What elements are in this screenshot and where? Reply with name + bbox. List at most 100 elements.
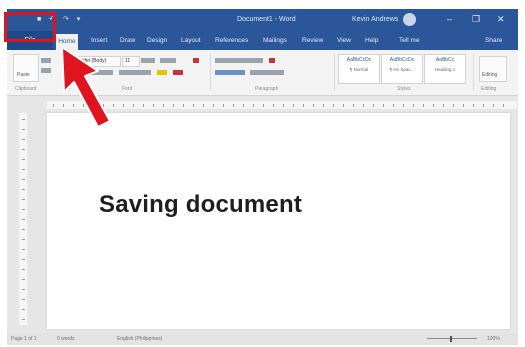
ruler-tick (22, 219, 25, 220)
ruler-tick (323, 104, 324, 107)
ruler-tick (463, 104, 464, 107)
show-formatting-icon[interactable] (269, 58, 275, 63)
annotation-arrow-icon (61, 46, 111, 128)
ruler-tick (22, 139, 25, 140)
group-label-editing: Editing (481, 86, 497, 92)
ruler-tick (263, 104, 264, 107)
ruler-tick (423, 104, 424, 107)
style-name: ¶ Normal (349, 67, 369, 72)
style-name: Heading 1 (434, 67, 456, 72)
minimize-icon[interactable]: ‒ (447, 14, 452, 24)
editing-label: Editing (482, 72, 498, 78)
font-color-icon[interactable] (173, 70, 183, 75)
highlight-color-icon[interactable] (157, 70, 167, 75)
ruler-tick (22, 209, 25, 210)
copy-icon[interactable] (41, 68, 51, 73)
ruler-tick (22, 309, 25, 310)
list-indent-icons[interactable] (215, 58, 263, 63)
ruler-tick (383, 104, 384, 107)
language-indicator[interactable]: English (Philippines) (117, 336, 162, 342)
style-normal[interactable]: AaBbCcDc ¶ Normal (338, 54, 380, 84)
paste-button[interactable]: Paste (13, 54, 39, 82)
tab-layout[interactable]: Layout (181, 37, 201, 44)
tab-mailings[interactable]: Mailings (263, 37, 287, 44)
document-page[interactable]: Saving document (47, 113, 510, 329)
ruler-tick (313, 104, 314, 107)
style-no-spacing[interactable]: AaBbCcDc ¶ No Spac... (381, 54, 423, 84)
tab-review[interactable]: Review (302, 37, 323, 44)
ruler-tick (253, 104, 254, 107)
alignment-icons[interactable] (215, 70, 245, 75)
ruler-tick (22, 249, 25, 250)
ruler-tick (493, 104, 494, 107)
ruler-tick (483, 104, 484, 107)
zoom-slider-thumb[interactable] (450, 336, 452, 342)
ruler-tick (22, 319, 25, 320)
ruler-tick (223, 104, 224, 107)
ruler-tick (22, 239, 25, 240)
change-case-icon[interactable] (160, 58, 176, 63)
ruler-tick (213, 104, 214, 107)
vertical-ruler[interactable] (19, 113, 27, 325)
ruler-tick (22, 149, 25, 150)
ruler-tick (22, 279, 25, 280)
ruler-tick (22, 179, 25, 180)
ruler-tick (22, 269, 25, 270)
ruler-tick (443, 104, 444, 107)
ruler-tick (153, 104, 154, 107)
grow-shrink-font-icon[interactable] (141, 58, 155, 63)
ruler-tick (22, 169, 25, 170)
ruler-tick (233, 104, 234, 107)
page-count[interactable]: Page 1 of 1 (11, 336, 37, 342)
ruler-tick (173, 104, 174, 107)
avatar[interactable] (403, 13, 416, 26)
ruler-tick (22, 229, 25, 230)
ribbon-separator (334, 54, 335, 90)
user-name[interactable]: Kevin Andrews (352, 16, 398, 23)
group-label-clipboard: Clipboard (15, 86, 37, 92)
ruler-tick (133, 104, 134, 107)
document-text[interactable]: Saving document (99, 191, 302, 219)
editing-button[interactable]: Editing (479, 56, 507, 82)
tab-view[interactable]: View (337, 37, 351, 44)
tab-design[interactable]: Design (147, 37, 167, 44)
style-sample: AaBbCcDc (346, 57, 372, 63)
ruler-tick (343, 104, 344, 107)
ruler-tick (22, 119, 25, 120)
window-title: Document1 - Word (237, 16, 296, 23)
ruler-tick (183, 104, 184, 107)
ruler-tick (22, 189, 25, 190)
ruler-tick (303, 104, 304, 107)
close-icon[interactable]: ✕ (497, 14, 505, 25)
ribbon-separator (210, 54, 211, 90)
tab-tell-me[interactable]: Tell me (399, 37, 420, 44)
tab-help[interactable]: Help (365, 37, 378, 44)
word-count[interactable]: 0 words (57, 336, 75, 342)
paste-label: Paste (17, 72, 30, 78)
ruler-tick (22, 129, 25, 130)
share-button[interactable]: Share (485, 37, 502, 44)
ruler-tick (22, 299, 25, 300)
ruler-tick (293, 104, 294, 107)
style-heading-1[interactable]: AaBbCc Heading 1 (424, 54, 466, 84)
ruler-tick (403, 104, 404, 107)
restore-icon[interactable]: ❐ (472, 14, 480, 25)
ruler-tick (143, 104, 144, 107)
ruler-tick (473, 104, 474, 107)
ruler-tick (22, 159, 25, 160)
ruler-tick (243, 104, 244, 107)
zoom-level[interactable]: 100% (487, 336, 500, 342)
group-label-styles: Styles (397, 86, 411, 92)
cut-icon[interactable] (41, 58, 51, 63)
tab-references[interactable]: References (215, 37, 248, 44)
spacing-shading-icons[interactable] (250, 70, 284, 75)
status-bar: Page 1 of 1 0 words English (Philippines… (7, 333, 518, 345)
clear-formatting-icon[interactable] (193, 58, 199, 63)
ribbon-separator (473, 54, 474, 90)
title-bar: ■ ↶ ↷ ▾ Document1 - Word Kevin Andrews ‒… (7, 9, 518, 31)
ruler-tick (433, 104, 434, 107)
group-label-paragraph: Paragraph (255, 86, 279, 92)
ruler-tick (453, 104, 454, 107)
ruler-tick (393, 104, 394, 107)
zoom-slider[interactable] (427, 338, 477, 339)
